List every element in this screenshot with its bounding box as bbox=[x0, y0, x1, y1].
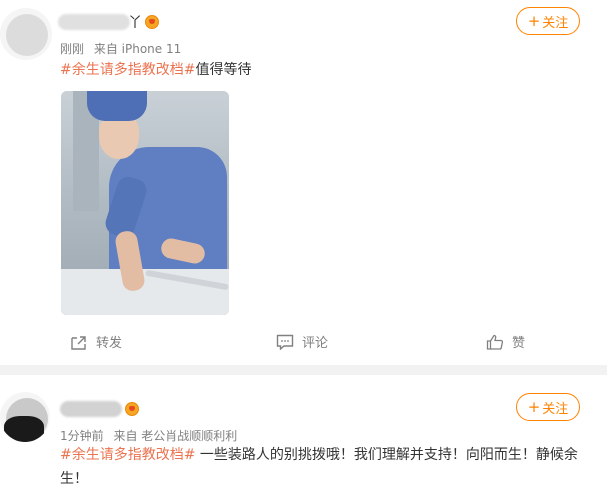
post-image[interactable] bbox=[61, 91, 229, 315]
like-label: 赞 bbox=[512, 336, 526, 351]
plus-icon: + bbox=[527, 12, 541, 30]
weibo-post-2: 1分钟前 来自 老公肖战顺顺利利 + 关注 #余生请多指教改档# 一些装路人的别… bbox=[0, 375, 607, 496]
post-source: 来自 老公肖战顺顺利利 bbox=[113, 429, 238, 443]
avatar-image bbox=[6, 14, 48, 56]
username-blurred bbox=[60, 401, 122, 417]
comment-label: 评论 bbox=[302, 336, 329, 351]
post-meta: 1分钟前 来自 老公肖战顺顺利利 bbox=[60, 427, 237, 444]
post-text: #余生请多指教改档# 一些装路人的别挑拨哦！我们理解并支持！向阳而生！静候余生！ bbox=[60, 443, 585, 491]
post-time[interactable]: 刚刚 bbox=[60, 42, 84, 56]
thumbs-up-icon bbox=[486, 334, 504, 350]
follow-label: 关注 bbox=[542, 15, 569, 31]
avatar-hair bbox=[4, 416, 44, 442]
post-text: #余生请多指教改档#值得等待 bbox=[60, 58, 251, 82]
username-row[interactable]: 丫 bbox=[58, 12, 159, 32]
post-body: 值得等待 bbox=[195, 62, 252, 78]
weibo-post-1: 丫 刚刚 来自 iPhone 11 + 关注 #余生请多指教改档#值得等待 转发 bbox=[0, 0, 607, 365]
vip-crown-icon bbox=[125, 402, 139, 416]
follow-label: 关注 bbox=[542, 401, 569, 417]
comment-button[interactable]: 评论 bbox=[276, 332, 328, 351]
like-button[interactable]: 赞 bbox=[486, 332, 525, 351]
post-time[interactable]: 1分钟前 bbox=[60, 429, 104, 443]
post-meta: 刚刚 来自 iPhone 11 bbox=[60, 40, 181, 57]
vip-crown-icon bbox=[145, 15, 159, 29]
follow-button[interactable]: + 关注 bbox=[516, 393, 580, 421]
avatar[interactable] bbox=[0, 392, 50, 442]
share-icon bbox=[71, 335, 86, 350]
username-visible-part: 丫 bbox=[128, 15, 142, 31]
post-separator bbox=[0, 365, 607, 375]
share-button[interactable]: 转发 bbox=[70, 332, 122, 351]
hashtag-link[interactable]: #余生请多指教改档# bbox=[60, 62, 195, 78]
hashtag-link[interactable]: #余生请多指教改档# bbox=[60, 447, 195, 463]
action-bar: 转发 评论 赞 bbox=[0, 332, 607, 354]
username-row[interactable] bbox=[60, 399, 139, 419]
post-source: 来自 iPhone 11 bbox=[93, 42, 182, 56]
plus-icon: + bbox=[527, 398, 541, 416]
avatar[interactable] bbox=[0, 8, 52, 60]
follow-button[interactable]: + 关注 bbox=[516, 7, 580, 35]
share-label: 转发 bbox=[96, 336, 123, 351]
comment-icon bbox=[276, 334, 294, 350]
username-blurred bbox=[58, 14, 130, 30]
